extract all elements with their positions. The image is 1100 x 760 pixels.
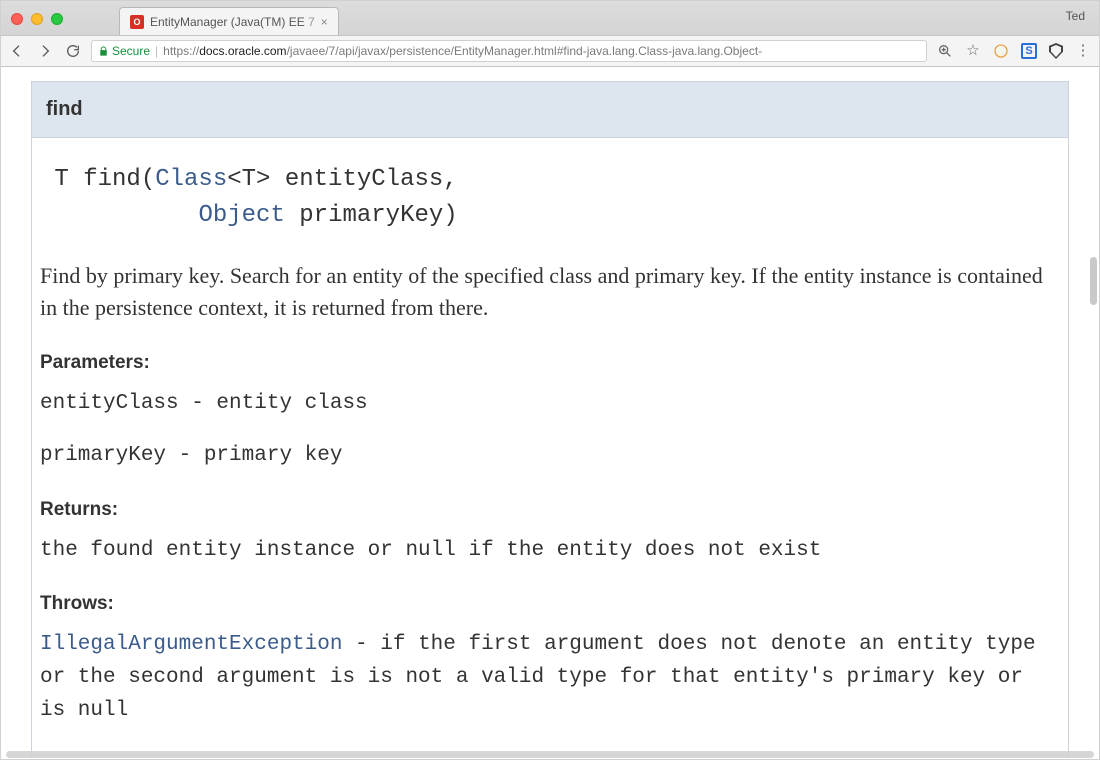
window-controls (11, 13, 63, 25)
method-signature: T find(Class<T> entityClass, Object prim… (40, 162, 1060, 234)
returns-label: Returns: (40, 499, 1060, 521)
toolbar-right-icons: ☆ S ⋮ (937, 43, 1091, 59)
throws-text: IllegalArgumentException - if the first … (40, 629, 1060, 727)
tab-title-dim: 7 (308, 15, 315, 29)
separator: | (155, 44, 158, 58)
close-window-icon[interactable] (11, 13, 23, 25)
method-description: Find by primary key. Search for an entit… (40, 260, 1060, 324)
lock-icon (98, 45, 109, 57)
secure-badge: Secure (98, 44, 150, 58)
page-viewport[interactable]: find T find(Class<T> entityClass, Object… (1, 67, 1099, 759)
url-path: /javaee/7/api/javax/persistence/EntityMa… (287, 44, 763, 58)
param-primarykey: primaryKey - primary key (40, 440, 1060, 473)
nav-buttons (9, 43, 81, 59)
zoom-window-icon[interactable] (51, 13, 63, 25)
reload-icon[interactable] (65, 43, 81, 59)
tab-close-icon[interactable]: × (321, 15, 328, 29)
tab-title-main: EntityManager (Java(TM) EE (150, 15, 305, 29)
zoom-icon[interactable] (937, 43, 953, 59)
postman-icon[interactable] (993, 43, 1009, 59)
url-host: docs.oracle.com (199, 44, 286, 58)
signature-line-1: T find(Class<T> entityClass, (40, 166, 458, 193)
scrollbar-thumb[interactable] (1090, 257, 1097, 305)
url-scheme: https:// (163, 44, 199, 58)
forward-icon[interactable] (37, 43, 53, 59)
param-entityclass: entityClass - entity class (40, 388, 1060, 421)
javadoc-page: find T find(Class<T> entityClass, Object… (1, 67, 1099, 759)
tab-favicon-icon: O (130, 15, 144, 29)
url-text: https://docs.oracle.com/javaee/7/api/jav… (163, 44, 762, 58)
kebab-menu-icon[interactable]: ⋮ (1075, 43, 1091, 59)
shield-icon[interactable] (1049, 43, 1063, 59)
browser-tab[interactable]: O EntityManager (Java(TM) EE 7 × (119, 7, 339, 35)
secure-label: Secure (112, 44, 150, 58)
browser-toolbar: Secure | https://docs.oracle.com/javaee/… (1, 35, 1099, 67)
minimize-window-icon[interactable] (31, 13, 43, 25)
method-detail-block: find T find(Class<T> entityClass, Object… (31, 81, 1069, 756)
returns-text: the found entity instance or null if the… (40, 535, 1060, 568)
throws-label: Throws: (40, 593, 1060, 615)
profile-name[interactable]: Ted (1066, 9, 1085, 23)
parameters-label: Parameters: (40, 352, 1060, 374)
method-body: T find(Class<T> entityClass, Object prim… (32, 138, 1068, 755)
back-icon[interactable] (9, 43, 25, 59)
signature-line-2: Object primaryKey) (40, 202, 458, 229)
extension-s-icon[interactable]: S (1021, 43, 1037, 59)
tab-strip: O EntityManager (Java(TM) EE 7 × Ted (1, 1, 1099, 35)
bookmark-star-icon[interactable]: ☆ (965, 43, 981, 59)
tab-title: EntityManager (Java(TM) EE 7 (150, 15, 315, 29)
horizontal-scrollbar[interactable] (6, 751, 1094, 758)
browser-window: O EntityManager (Java(TM) EE 7 × Ted (0, 0, 1100, 760)
address-bar[interactable]: Secure | https://docs.oracle.com/javaee/… (91, 40, 927, 62)
method-name-header: find (32, 82, 1068, 138)
